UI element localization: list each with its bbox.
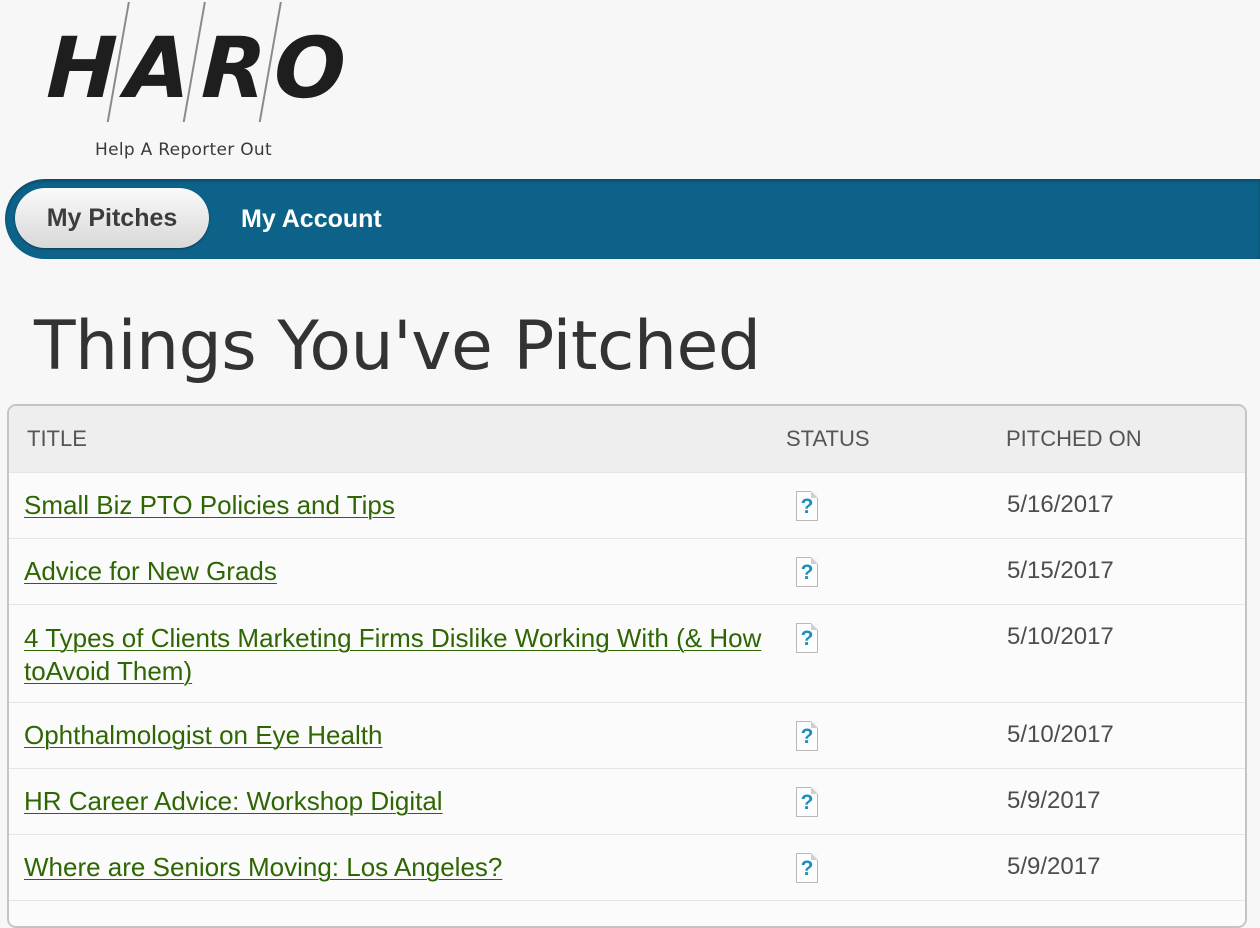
question-mark: ? [800, 495, 814, 518]
question-doc-icon[interactable]: ? [796, 557, 818, 587]
table-row [9, 900, 1245, 926]
tab-my-pitches[interactable]: My Pitches [15, 188, 209, 248]
column-header-title: TITLE [27, 426, 87, 451]
question-doc-icon[interactable]: ? [796, 853, 818, 883]
tab-my-account[interactable]: My Account [241, 179, 382, 259]
pitch-title-link[interactable]: Small Biz PTO Policies and Tips [24, 489, 784, 522]
table-row: Where are Seniors Moving: Los Angeles? ?… [9, 834, 1245, 900]
table-row: Advice for New Grads ? 5/15/2017 [9, 538, 1245, 604]
haro-logo[interactable]: H A R O Help A Reporter Out [0, 0, 420, 175]
logo-letter: O [272, 19, 346, 117]
question-mark: ? [800, 791, 814, 814]
pitch-title-link[interactable]: Advice for New Grads [24, 555, 784, 588]
logo-tagline: Help A Reporter Out [95, 140, 272, 160]
status-cell: ? [796, 721, 820, 751]
status-cell: ? [796, 491, 820, 521]
question-doc-icon[interactable]: ? [796, 491, 818, 521]
logo-wordmark: H A R O [42, 2, 348, 122]
question-mark: ? [800, 627, 814, 650]
pitched-on-date: 5/10/2017 [1007, 721, 1114, 748]
pitched-on-date: 5/10/2017 [1007, 623, 1114, 650]
question-mark: ? [800, 561, 814, 584]
column-header-pitched-on: PITCHED ON [1006, 426, 1142, 451]
question-mark: ? [800, 857, 814, 880]
table-row: HR Career Advice: Workshop Digital ? 5/9… [9, 768, 1245, 834]
pitch-title-link[interactable]: HR Career Advice: Workshop Digital [24, 785, 784, 818]
pitched-on-date: 5/16/2017 [1007, 491, 1114, 518]
status-cell: ? [796, 787, 820, 817]
main-nav: My Pitches My Account [5, 179, 1260, 259]
table-row: Small Biz PTO Policies and Tips ? 5/16/2… [9, 472, 1245, 538]
table-header: TITLE STATUS PITCHED ON [9, 406, 1245, 472]
pitch-title-link[interactable]: Ophthalmologist on Eye Health [24, 719, 784, 752]
pitch-title-link[interactable]: Where are Seniors Moving: Los Angeles? [24, 851, 784, 884]
pitches-table: TITLE STATUS PITCHED ON Small Biz PTO Po… [7, 404, 1247, 928]
status-cell: ? [796, 623, 820, 653]
question-doc-icon[interactable]: ? [796, 721, 818, 751]
question-doc-icon[interactable]: ? [796, 787, 818, 817]
table-row: 4 Types of Clients Marketing Firms Disli… [9, 604, 1245, 702]
table-row: Ophthalmologist on Eye Health ? 5/10/201… [9, 702, 1245, 768]
pitched-on-date: 5/9/2017 [1007, 853, 1101, 880]
pitched-on-date: 5/9/2017 [1007, 787, 1101, 814]
status-cell: ? [796, 557, 820, 587]
question-mark: ? [800, 725, 814, 748]
question-doc-icon[interactable]: ? [796, 623, 818, 653]
pitch-title-link[interactable]: 4 Types of Clients Marketing Firms Disli… [24, 622, 784, 688]
page-title: Things You've Pitched [34, 307, 761, 386]
column-header-status: STATUS [786, 426, 870, 451]
status-cell: ? [796, 853, 820, 883]
pitched-on-date: 5/15/2017 [1007, 557, 1114, 584]
